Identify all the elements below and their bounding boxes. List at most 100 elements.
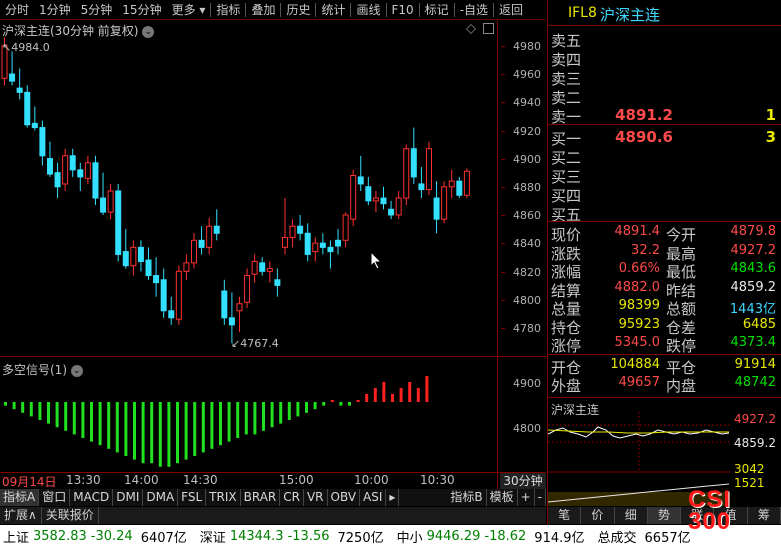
maximize-icon[interactable] (483, 23, 494, 34)
candle-body (463, 170, 470, 196)
toolbar-item[interactable]: 画线 (351, 0, 385, 20)
candle-body (183, 262, 190, 272)
index-amount: 6657亿 (644, 531, 691, 546)
toolbar-item[interactable]: 统计 (316, 0, 350, 20)
toolbar-item[interactable]: 历史 (281, 0, 315, 20)
signal-bar (193, 402, 197, 456)
signal-bar (330, 400, 334, 402)
quote-panel-tab[interactable]: 势 (647, 507, 682, 524)
signal-bar (227, 402, 231, 442)
candle-body (289, 225, 296, 239)
toolbar-item[interactable]: 返回 (494, 0, 528, 20)
stat-value: 91914 (734, 357, 776, 372)
index-price: 3582.83 (33, 529, 87, 544)
toolbar-item[interactable]: -自选 (455, 0, 493, 20)
toolbar-item[interactable]: 5分钟 (76, 0, 118, 20)
index-price: 9446.29 (426, 529, 481, 544)
mouse-cursor-icon (370, 251, 383, 270)
signal-bar (416, 388, 420, 402)
period-selector[interactable]: 30分钟 (500, 473, 546, 489)
diamond-icon[interactable] (466, 24, 476, 34)
signal-bar (373, 388, 377, 402)
expand-button[interactable]: 扩展∧ (0, 507, 42, 524)
stat-label: 外盘 (551, 377, 582, 395)
candle-body (304, 232, 311, 255)
indicator-tab[interactable]: VR (304, 489, 328, 506)
index-name: 上证 (3, 531, 30, 546)
indicator-tab[interactable]: DMA (143, 489, 179, 506)
ytick-label: 4860 (513, 209, 541, 223)
orderbook-label: 卖四 (551, 51, 582, 69)
signal-bar (236, 402, 240, 438)
indicator-tab[interactable]: ASI (360, 489, 387, 506)
toolbar-item[interactable]: 标记 (420, 0, 454, 20)
indicator-tab[interactable]: BRAR (241, 489, 281, 506)
indicator-tab[interactable]: MACD (70, 489, 114, 506)
indicator-tab[interactable]: + (518, 489, 535, 506)
candle-body (335, 239, 342, 247)
signal-bar (29, 402, 33, 417)
indicator-tab[interactable]: 窗口 (39, 489, 71, 506)
stat-value: 49657 (618, 375, 660, 390)
toolbar-item[interactable]: 叠加 (246, 0, 280, 20)
signal-bar (133, 402, 136, 460)
candle-body (16, 87, 23, 93)
toolbar-item[interactable]: 15分钟 (117, 0, 166, 20)
indicator-tab[interactable]: 指标B (447, 489, 487, 506)
orderbook-label: 买二 (551, 149, 582, 167)
orderbook-price[interactable]: 4890.6 (608, 128, 673, 146)
stat-value: 104884 (610, 357, 660, 372)
toolbar-item[interactable]: F10 (387, 0, 419, 20)
candlestick-chart[interactable] (0, 36, 497, 356)
index-name: 中小 (396, 531, 423, 546)
quote-panel-tab[interactable]: 价 (581, 507, 615, 524)
indicator-tab[interactable]: OBV (328, 489, 361, 506)
signal-bar (107, 402, 111, 449)
ytick-label: 4840 (513, 237, 541, 251)
signal-bar (176, 402, 179, 464)
signal-bar (219, 402, 222, 446)
candle-body (153, 275, 160, 284)
signal-bar (296, 402, 300, 417)
stat-value: 48742 (734, 375, 776, 390)
ytick-mark (501, 271, 505, 273)
toolbar-item[interactable]: 1分钟 (34, 0, 76, 20)
signal-bar (270, 402, 274, 428)
indicator-tab[interactable]: ▸ (386, 489, 400, 506)
toolbar-item[interactable]: 指标 (211, 0, 245, 20)
candle-body (100, 197, 107, 213)
toolbar-item[interactable]: 更多 ▾ (167, 0, 211, 20)
indicator-tab[interactable]: DMI (113, 489, 144, 506)
signal-bar (210, 402, 214, 449)
candle-body (191, 239, 197, 264)
ytick-mark (501, 74, 505, 76)
candle-body (160, 279, 167, 312)
candle-body (425, 148, 432, 191)
quote-panel-tab[interactable]: 细 (615, 507, 648, 524)
time-label: 14:30 (183, 473, 218, 487)
indicator-tab[interactable]: - (535, 489, 546, 506)
indicator-tab[interactable]: 指标A (0, 489, 40, 506)
indicator-tab[interactable]: CR (280, 489, 304, 506)
signal-bar (21, 402, 25, 413)
candle-body (244, 275, 251, 303)
toolbar-item[interactable]: 分时 (0, 0, 34, 20)
expand-row: 扩展∧ 关联报价 (0, 507, 546, 524)
indicator-tab[interactable]: FSL (178, 489, 207, 506)
signal-bar (72, 402, 76, 435)
quote-panel-tab[interactable]: 笔 (548, 507, 582, 524)
stat-value: 4373.4 (730, 335, 777, 350)
signal-bar (313, 402, 317, 410)
signal-bar (348, 402, 351, 406)
csi300-logo: CSI 300 (688, 486, 732, 535)
indicator-tab[interactable]: TRIX (206, 489, 241, 506)
candle-body (297, 225, 304, 234)
time-label: 14:00 (124, 473, 159, 487)
indicator-tab[interactable]: 模板 (487, 489, 518, 506)
mini-vol-max: 3042 (734, 462, 765, 476)
related-quotes-button[interactable]: 关联报价 (42, 507, 99, 524)
stat-value: 32.2 (631, 242, 660, 258)
orderbook-price[interactable]: 4891.2 (608, 106, 673, 124)
signal-bar (38, 402, 42, 420)
ytick-label: 4820 (513, 265, 541, 279)
